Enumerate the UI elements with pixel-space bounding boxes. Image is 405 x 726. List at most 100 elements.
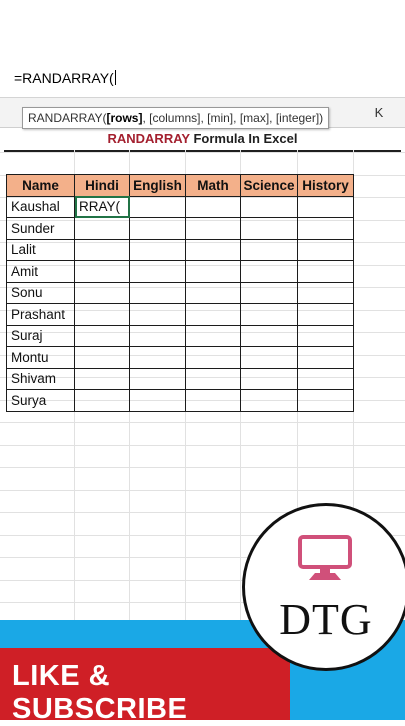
gridline (0, 467, 405, 468)
cell[interactable] (185, 238, 241, 261)
cell-name[interactable]: Surya (6, 389, 75, 412)
header-english[interactable]: English (129, 174, 186, 197)
table-row: Sunder (6, 217, 354, 240)
cell-name[interactable]: Shivam (6, 367, 75, 390)
channel-logo: DTG (242, 503, 405, 671)
cell[interactable] (129, 238, 186, 261)
cell[interactable] (74, 389, 130, 412)
cell[interactable] (74, 367, 130, 390)
cell[interactable] (129, 389, 186, 412)
cell-name[interactable]: Sonu (6, 281, 75, 304)
table-row: Lalit (6, 238, 354, 261)
top-margin (0, 0, 405, 60)
cell[interactable] (129, 346, 186, 369)
gridline (0, 422, 405, 423)
cell[interactable] (297, 281, 354, 304)
cell[interactable] (240, 260, 298, 283)
table-row: Sonu (6, 281, 354, 304)
table-row: Amit (6, 260, 354, 283)
cell[interactable] (185, 389, 241, 412)
cell[interactable] (185, 281, 241, 304)
cell-name[interactable]: Amit (6, 260, 75, 283)
cell[interactable] (240, 217, 298, 240)
header-row: Name Hindi English Math Science History (6, 174, 354, 197)
cell[interactable] (185, 346, 241, 369)
marks-table: Name Hindi English Math Science History … (6, 174, 354, 412)
cell[interactable] (185, 217, 241, 240)
gridline (0, 152, 405, 153)
header-hindi[interactable]: Hindi (74, 174, 130, 197)
cell[interactable] (185, 260, 241, 283)
cell[interactable] (129, 281, 186, 304)
formula-bar[interactable]: =RANDARRAY( (0, 60, 405, 98)
cell-name[interactable]: Lalit (6, 238, 75, 261)
gridline (0, 489, 405, 491)
logo-text: DTG (279, 595, 373, 644)
tooltip-remaining-arguments: , [columns], [min], [max], [integer]) (142, 111, 324, 125)
header-math[interactable]: Math (185, 174, 241, 197)
tooltip-function-name: RANDARRAY( (28, 111, 107, 125)
subscribe-text: LIKE & SUBSCRIBE (12, 660, 188, 725)
cell[interactable] (129, 217, 186, 240)
cell[interactable] (240, 324, 298, 347)
monitor-icon (297, 534, 353, 589)
cell-name[interactable]: Prashant (6, 303, 75, 326)
cell[interactable] (74, 303, 130, 326)
cell[interactable] (74, 281, 130, 304)
function-argument-tooltip[interactable]: RANDARRAY([rows], [columns], [min], [max… (22, 107, 330, 129)
header-name[interactable]: Name (6, 174, 75, 197)
cell[interactable] (129, 195, 186, 218)
cell[interactable] (240, 281, 298, 304)
column-header-k[interactable]: K (355, 98, 403, 128)
cell[interactable] (297, 260, 354, 283)
cell[interactable] (129, 303, 186, 326)
cell[interactable] (297, 303, 354, 326)
cell[interactable] (129, 367, 186, 390)
subscribe-banner[interactable]: LIKE & SUBSCRIBE (0, 648, 290, 725)
table-row: Prashant (6, 303, 354, 326)
table-row: Shivam (6, 367, 354, 390)
cell[interactable] (74, 346, 130, 369)
cell[interactable] (185, 324, 241, 347)
tooltip-current-argument[interactable]: [rows] (106, 111, 142, 125)
header-science[interactable]: Science (240, 174, 298, 197)
cell-name[interactable]: Suraj (6, 324, 75, 347)
table-row: Surya (6, 389, 354, 412)
cell[interactable] (240, 303, 298, 326)
table-row: Kaushal RRAY( (6, 195, 354, 218)
cell[interactable] (185, 303, 241, 326)
cell[interactable] (297, 324, 354, 347)
cell[interactable] (185, 195, 241, 218)
cell[interactable] (240, 367, 298, 390)
cell[interactable] (129, 260, 186, 283)
gridline (0, 444, 405, 446)
cell-name[interactable]: Kaushal (6, 195, 75, 218)
cell[interactable] (240, 195, 298, 218)
active-cell[interactable]: RRAY( (74, 195, 130, 218)
cell[interactable] (297, 217, 354, 240)
cell[interactable] (240, 389, 298, 412)
cell[interactable] (74, 260, 130, 283)
cell[interactable] (74, 324, 130, 347)
cell[interactable] (297, 367, 354, 390)
cell[interactable] (297, 346, 354, 369)
cell-name[interactable]: Montu (6, 346, 75, 369)
sheet-title-rest: Formula In Excel (189, 131, 298, 146)
formula-input[interactable]: =RANDARRAY( (14, 70, 116, 86)
cell[interactable] (185, 367, 241, 390)
cell[interactable] (74, 238, 130, 261)
table-row: Montu (6, 346, 354, 369)
sheet-title: RANDARRAY Formula In Excel (4, 128, 401, 152)
table-row: Suraj (6, 324, 354, 347)
text-caret (114, 70, 116, 85)
sheet-title-highlight: RANDARRAY (107, 131, 190, 146)
header-history[interactable]: History (297, 174, 354, 197)
cell[interactable] (297, 389, 354, 412)
cell[interactable] (129, 324, 186, 347)
cell[interactable] (297, 238, 354, 261)
cell[interactable] (240, 238, 298, 261)
cell[interactable] (240, 346, 298, 369)
cell-name[interactable]: Sunder (6, 217, 75, 240)
cell[interactable] (297, 195, 354, 218)
cell[interactable] (74, 217, 130, 240)
